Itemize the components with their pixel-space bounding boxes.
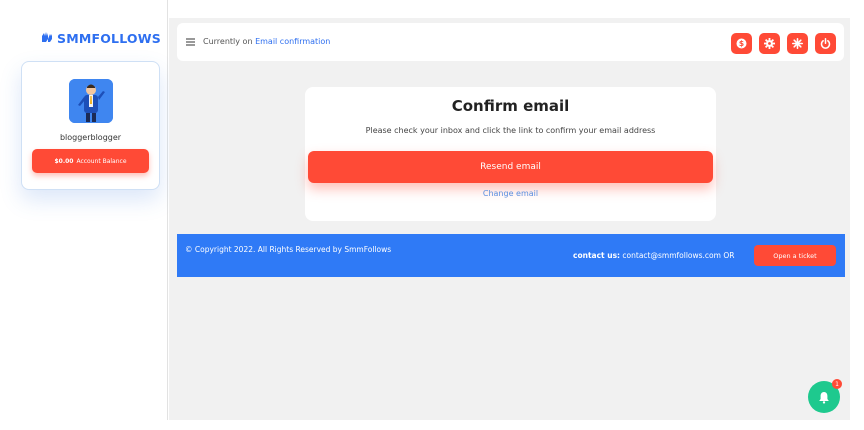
contact-email[interactable]: contact@smmfollows.com OR <box>622 251 734 260</box>
avatar <box>69 79 113 123</box>
asterisk-icon[interactable] <box>787 33 808 54</box>
gear-icon[interactable] <box>759 33 780 54</box>
logo-text: SMMFOLLOWS <box>57 30 161 46</box>
notification-count-badge: 1 <box>832 379 842 389</box>
notification-button[interactable]: 1 <box>808 379 842 413</box>
open-ticket-button[interactable]: Open a ticket <box>754 245 836 266</box>
dollar-icon[interactable]: $ <box>731 33 752 54</box>
breadcrumb: Currently on Email confirmation <box>203 37 330 46</box>
top-icon-group: $ <box>731 33 836 54</box>
contact-label: contact us: <box>573 251 621 260</box>
breadcrumb-current[interactable]: Email confirmation <box>255 37 330 46</box>
sidebar: SMMFOLLOWS bloggerblogger $0.00 Account … <box>0 0 168 420</box>
account-balance-button[interactable]: $0.00 Account Balance <box>32 149 149 173</box>
top-bar: Currently on Email confirmation $ <box>177 23 844 61</box>
power-icon[interactable] <box>815 33 836 54</box>
profile-card: bloggerblogger $0.00 Account Balance <box>21 61 160 190</box>
footer: © Copyright 2022. All Rights Reserved by… <box>177 234 845 277</box>
site-logo[interactable]: SMMFOLLOWS <box>40 30 161 46</box>
confirm-email-card: Confirm email Please check your inbox an… <box>305 87 716 221</box>
balance-amount: $0.00 <box>54 157 74 165</box>
menu-icon[interactable] <box>186 38 195 46</box>
hands-icon <box>40 30 54 47</box>
balance-label: Account Balance <box>76 157 127 165</box>
svg-text:$: $ <box>739 39 744 48</box>
confirm-message: Please check your inbox and click the li… <box>365 126 656 135</box>
copyright-text: © Copyright 2022. All Rights Reserved by… <box>185 245 392 254</box>
bell-icon <box>819 391 829 404</box>
page-title: Confirm email <box>451 97 570 115</box>
change-email-link[interactable]: Change email <box>305 189 716 198</box>
resend-email-button[interactable]: Resend email <box>308 151 713 183</box>
contact-info: contact us: contact@smmfollows.com OR <box>573 251 734 260</box>
breadcrumb-prefix: Currently on <box>203 37 253 46</box>
username: bloggerblogger <box>59 133 122 142</box>
